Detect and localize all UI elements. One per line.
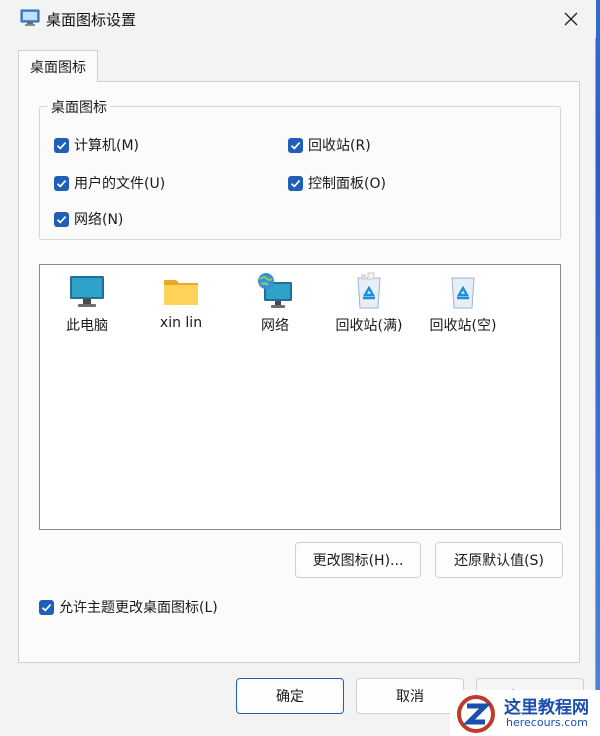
ok-button[interactable]: 确定 (236, 678, 344, 714)
monitor-icon (70, 276, 104, 307)
checkbox-checked-icon (54, 137, 69, 153)
cancel-button[interactable]: 取消 (356, 678, 464, 714)
checkbox-recycle-bin[interactable]: 回收站(R) (288, 135, 371, 155)
list-item-recycle-bin-empty[interactable]: 回收站(空) (420, 271, 506, 341)
checkbox-network[interactable]: 网络(N) (54, 209, 123, 229)
recycle-bin-empty-icon (451, 277, 475, 309)
close-button[interactable] (548, 0, 594, 38)
checkbox-label: 允许主题更改桌面图标(L) (59, 600, 218, 616)
watermark-title: 这里教程网 (504, 698, 589, 718)
checkbox-checked-icon (54, 175, 69, 191)
list-item-network[interactable]: 网络 (232, 271, 318, 341)
checkbox-allow-themes[interactable]: 允许主题更改桌面图标(L) (39, 597, 218, 617)
icon-label: 此电脑 (66, 318, 108, 334)
display-settings-icon (20, 9, 40, 26)
icon-list[interactable]: 此电脑 xin lin 网络 回收站(满) 回收站(空) (39, 264, 561, 530)
checkbox-label: 控制面板(O) (308, 176, 386, 192)
checkbox-control-panel[interactable]: 控制面板(O) (288, 173, 386, 193)
desktop-icons-group: 桌面图标 计算机(M) 回收站(R) 用户的文件(U) 控制面板(O) 网络(N… (39, 97, 561, 240)
list-item-user-folder[interactable]: xin lin (138, 271, 224, 341)
icon-label: xin lin (159, 315, 203, 331)
icon-label: 回收站(空) (429, 318, 497, 334)
icon-label: 回收站(满) (335, 318, 403, 334)
checkbox-label: 回收站(R) (308, 138, 371, 154)
group-legend: 桌面图标 (48, 97, 110, 117)
network-globe-icon (258, 273, 292, 308)
checkbox-checked-icon (288, 137, 303, 153)
desktop-icon-settings-dialog: 桌面图标设置 桌面图标 桌面图标 计算机(M) 回收站(R) 用户的文件(U) … (0, 0, 596, 736)
checkbox-label: 计算机(M) (74, 138, 140, 154)
checkbox-checked-icon (288, 175, 303, 191)
tab-desktop-icons[interactable]: 桌面图标 (18, 50, 98, 82)
tab-panel: 桌面图标 计算机(M) 回收站(R) 用户的文件(U) 控制面板(O) 网络(N… (18, 81, 580, 663)
checkbox-checked-icon (54, 211, 69, 227)
window-title: 桌面图标设置 (46, 11, 137, 29)
watermark-subtitle: herecours.com (506, 716, 588, 729)
checkbox-label: 用户的文件(U) (74, 176, 166, 192)
site-watermark: 这里教程网 herecours.com (450, 690, 600, 736)
close-icon (564, 12, 578, 26)
checkbox-label: 网络(N) (74, 212, 124, 228)
folder-icon (164, 280, 198, 305)
recycle-bin-full-icon (357, 272, 381, 309)
title-bar: 桌面图标设置 (0, 0, 596, 38)
checkbox-user-files[interactable]: 用户的文件(U) (54, 173, 165, 193)
restore-default-button[interactable]: 还原默认值(S) (435, 542, 563, 578)
checkbox-computer[interactable]: 计算机(M) (54, 135, 139, 155)
list-item-recycle-bin-full[interactable]: 回收站(满) (326, 271, 412, 341)
list-item-this-pc[interactable]: 此电脑 (44, 271, 130, 341)
checkbox-checked-icon (39, 599, 54, 615)
change-icon-button[interactable]: 更改图标(H)... (295, 542, 421, 578)
icon-label: 网络 (261, 318, 289, 334)
tab-label: 桌面图标 (30, 59, 86, 76)
site-logo-icon (457, 695, 495, 733)
